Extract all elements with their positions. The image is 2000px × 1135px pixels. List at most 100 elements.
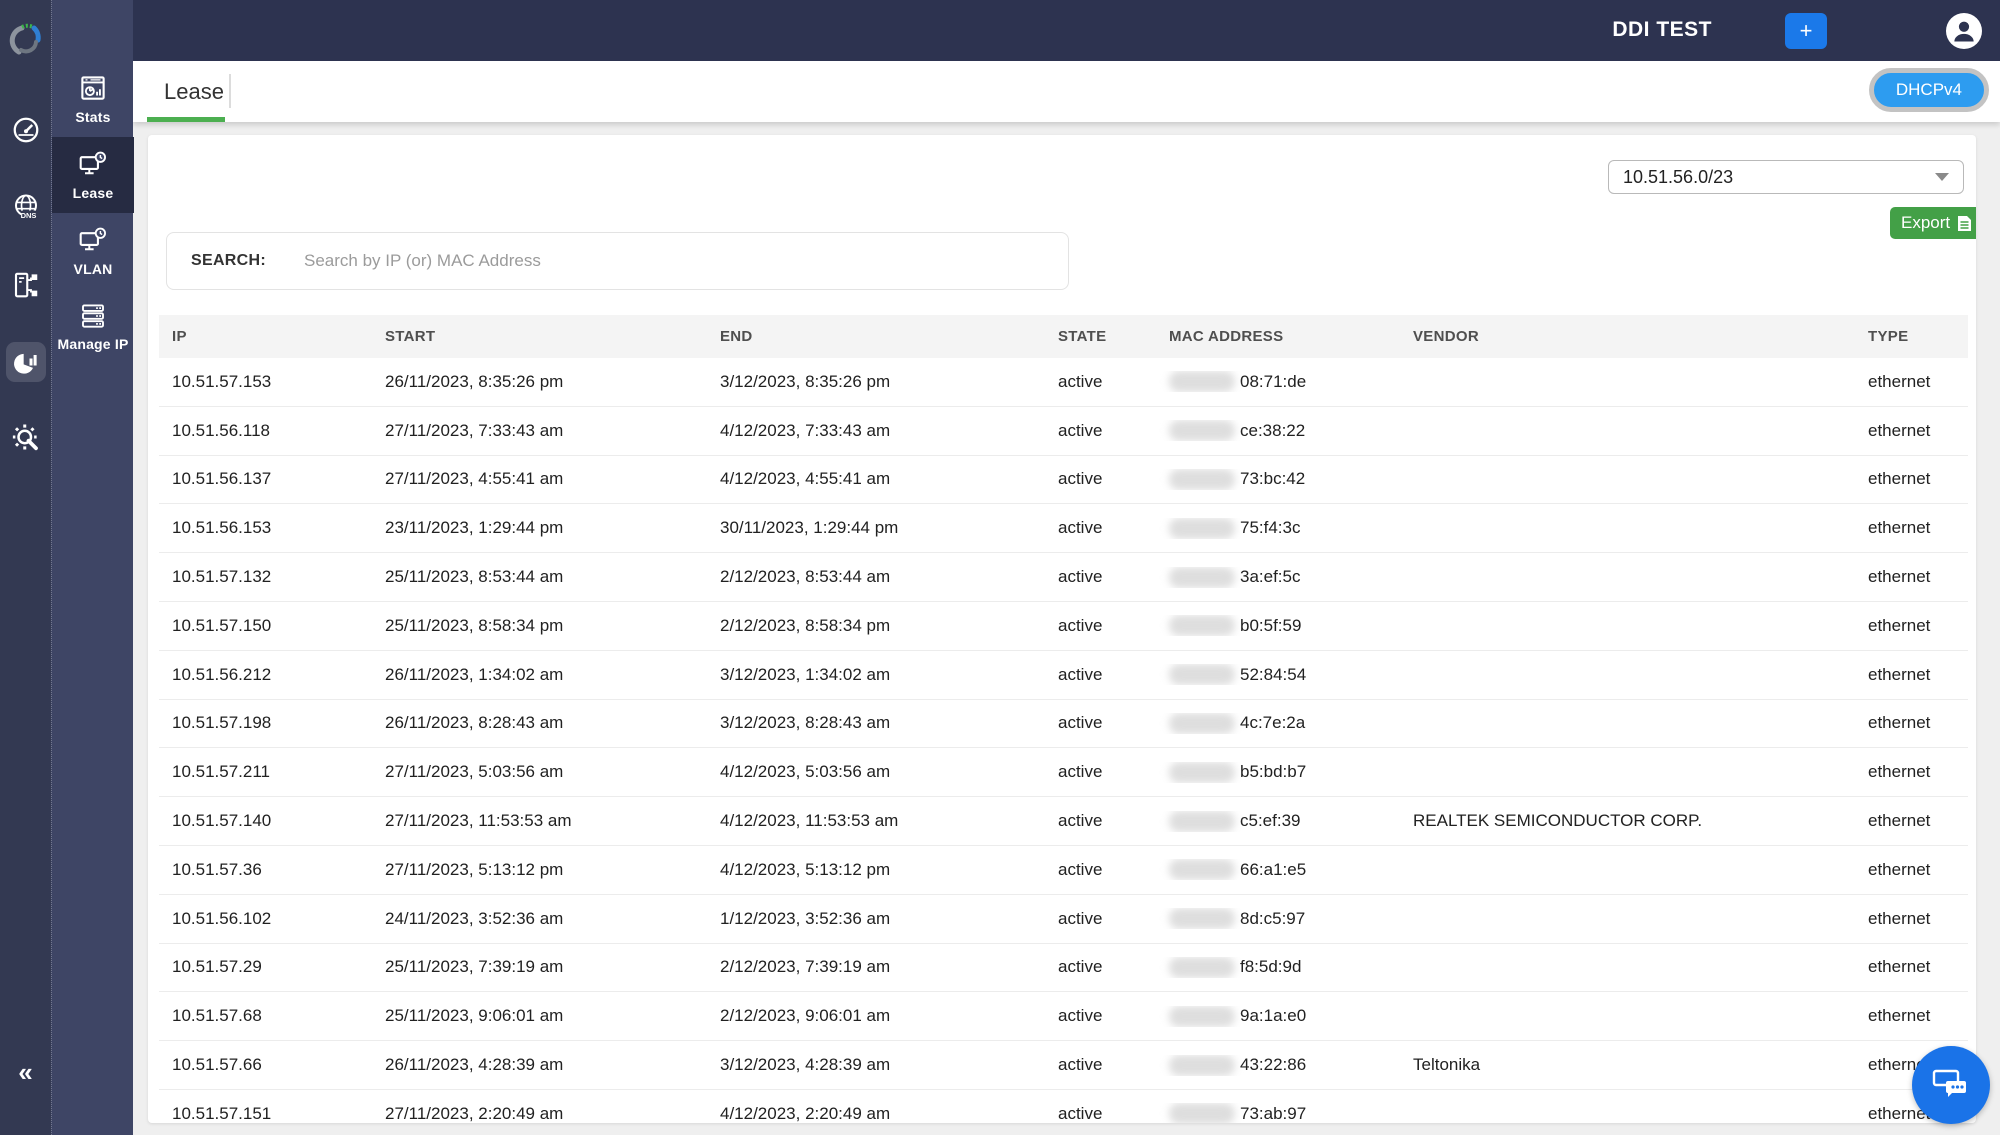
table-row: 10.51.57.150 25/11/2023, 8:58:34 pm 2/12…	[159, 602, 1968, 651]
cell-ip: 10.51.56.212	[159, 665, 372, 685]
mac-redacted-blur	[1169, 811, 1235, 832]
cell-state: active	[1045, 469, 1156, 489]
cell-start: 26/11/2023, 4:28:39 am	[372, 1055, 707, 1075]
mac-suffix: 66:a1:e5	[1240, 860, 1306, 880]
search-input[interactable]	[304, 251, 1044, 271]
table-row: 10.51.57.153 26/11/2023, 8:35:26 pm 3/12…	[159, 358, 1968, 407]
cell-end: 4/12/2023, 7:33:43 am	[707, 421, 1045, 441]
cell-end: 2/12/2023, 8:53:44 am	[707, 567, 1045, 587]
cell-type: ethernet	[1855, 421, 1968, 441]
sidebar-item-manage-ip[interactable]: Manage IP	[52, 289, 134, 365]
table-row: 10.51.56.212 26/11/2023, 1:34:02 am 3/12…	[159, 651, 1968, 700]
table-row: 10.51.57.29 25/11/2023, 7:39:19 am 2/12/…	[159, 944, 1968, 993]
cell-ip: 10.51.57.66	[159, 1055, 372, 1075]
cell-end: 4/12/2023, 5:13:12 pm	[707, 860, 1045, 880]
cell-start: 24/11/2023, 3:52:36 am	[372, 909, 707, 929]
cell-mac: 4c:7e:2a	[1156, 713, 1400, 734]
cell-start: 27/11/2023, 2:20:49 am	[372, 1104, 707, 1123]
cell-type: ethernet	[1855, 860, 1968, 880]
lease-card: 10.51.56.0/23 Export SEARCH: IP START EN…	[148, 135, 1976, 1123]
mac-suffix: 4c:7e:2a	[1240, 713, 1305, 733]
cell-mac: 75:f4:3c	[1156, 518, 1400, 539]
chat-bubbles-icon	[1930, 1065, 1972, 1105]
pie-chart-icon	[12, 348, 40, 376]
col-vendor: VENDOR	[1400, 328, 1855, 345]
cell-state: active	[1045, 372, 1156, 392]
cell-type: ethernet	[1855, 762, 1968, 782]
mac-suffix: 73:ab:97	[1240, 1104, 1306, 1123]
rail-item-dns[interactable]: DNS	[0, 186, 51, 230]
cell-end: 4/12/2023, 2:20:49 am	[707, 1104, 1045, 1123]
cell-mac: b0:5f:59	[1156, 615, 1400, 636]
cell-ip: 10.51.57.150	[159, 616, 372, 636]
cell-ip: 10.51.56.102	[159, 909, 372, 929]
cell-mac: 3a:ef:5c	[1156, 567, 1400, 588]
cell-start: 26/11/2023, 8:35:26 pm	[372, 372, 707, 392]
sidebar-item-label: Lease	[73, 185, 114, 201]
table-row: 10.51.57.36 27/11/2023, 5:13:12 pm 4/12/…	[159, 846, 1968, 895]
cell-mac: f8:5d:9d	[1156, 957, 1400, 978]
topbar: DDI TEST +	[51, 0, 2000, 61]
mac-suffix: f8:5d:9d	[1240, 957, 1301, 977]
table-row: 10.51.57.140 27/11/2023, 11:53:53 am 4/1…	[159, 797, 1968, 846]
gear-wrench-icon	[11, 422, 41, 452]
rail-item-dhcp[interactable]	[0, 340, 51, 384]
mac-suffix: c5:ef:39	[1240, 811, 1301, 831]
cell-mac: 43:22:86	[1156, 1055, 1400, 1076]
cell-state: active	[1045, 1006, 1156, 1026]
export-label: Export	[1901, 213, 1950, 233]
cell-mac: ce:38:22	[1156, 420, 1400, 441]
mac-redacted-blur	[1169, 469, 1235, 490]
rail-item-dashboard[interactable]	[0, 108, 51, 152]
rail-item-ipam[interactable]	[0, 263, 51, 307]
mac-suffix: 52:84:54	[1240, 665, 1306, 685]
subnet-select[interactable]: 10.51.56.0/23	[1608, 160, 1964, 194]
cell-start: 26/11/2023, 8:28:43 am	[372, 713, 707, 733]
cell-state: active	[1045, 811, 1156, 831]
cell-end: 4/12/2023, 11:53:53 am	[707, 811, 1045, 831]
cell-type: ethernet	[1855, 811, 1968, 831]
cell-state: active	[1045, 957, 1156, 977]
cell-end: 3/12/2023, 8:35:26 pm	[707, 372, 1045, 392]
mac-suffix: b0:5f:59	[1240, 616, 1301, 636]
collapse-sidebar-button[interactable]: «	[0, 1061, 51, 1083]
cell-ip: 10.51.57.198	[159, 713, 372, 733]
cell-mac: 8d:c5:97	[1156, 908, 1400, 929]
table-row: 10.51.57.198 26/11/2023, 8:28:43 am 3/12…	[159, 700, 1968, 749]
logo-icon	[9, 20, 45, 58]
cell-type: ethernet	[1855, 713, 1968, 733]
mac-redacted-blur	[1169, 420, 1235, 441]
cell-start: 27/11/2023, 5:03:56 am	[372, 762, 707, 782]
user-avatar-button[interactable]	[1946, 13, 1982, 49]
cell-end: 3/12/2023, 1:34:02 am	[707, 665, 1045, 685]
mac-suffix: 9a:1a:e0	[1240, 1006, 1306, 1026]
cell-start: 27/11/2023, 4:55:41 am	[372, 469, 707, 489]
sidebar-item-lease[interactable]: Lease	[52, 137, 134, 213]
col-mac: MAC ADDRESS	[1156, 328, 1400, 345]
sidebar-item-stats[interactable]: Stats	[52, 61, 134, 137]
cell-mac: 9a:1a:e0	[1156, 1006, 1400, 1027]
cell-type: ethernet	[1855, 909, 1968, 929]
cell-mac: 73:bc:42	[1156, 469, 1400, 490]
mac-redacted-blur	[1169, 713, 1235, 734]
cell-type: ethernet	[1855, 469, 1968, 489]
col-end: END	[707, 328, 1045, 345]
workspace-title: DDI TEST	[1612, 18, 1712, 42]
cell-start: 26/11/2023, 1:34:02 am	[372, 665, 707, 685]
mac-suffix: ce:38:22	[1240, 421, 1305, 441]
mac-suffix: b5:bd:b7	[1240, 762, 1306, 782]
chat-widget-button[interactable]	[1912, 1046, 1990, 1124]
sidebar-item-vlan[interactable]: VLAN	[52, 213, 134, 289]
rail-item-settings[interactable]	[0, 415, 51, 459]
table-row: 10.51.57.66 26/11/2023, 4:28:39 am 3/12/…	[159, 1041, 1968, 1090]
table-header-row: IP START END STATE MAC ADDRESS VENDOR TY…	[159, 315, 1968, 358]
subnet-select-value: 10.51.56.0/23	[1623, 167, 1733, 188]
search-label: SEARCH:	[191, 252, 266, 270]
tab-lease[interactable]: Lease	[150, 61, 238, 122]
cell-end: 3/12/2023, 4:28:39 am	[707, 1055, 1045, 1075]
tab-lease-label: Lease	[164, 79, 224, 105]
add-button[interactable]: +	[1785, 13, 1827, 49]
col-state: STATE	[1045, 328, 1156, 345]
dhcp-version-badge[interactable]: DHCPv4	[1869, 68, 1989, 112]
export-button[interactable]: Export	[1890, 207, 1976, 239]
